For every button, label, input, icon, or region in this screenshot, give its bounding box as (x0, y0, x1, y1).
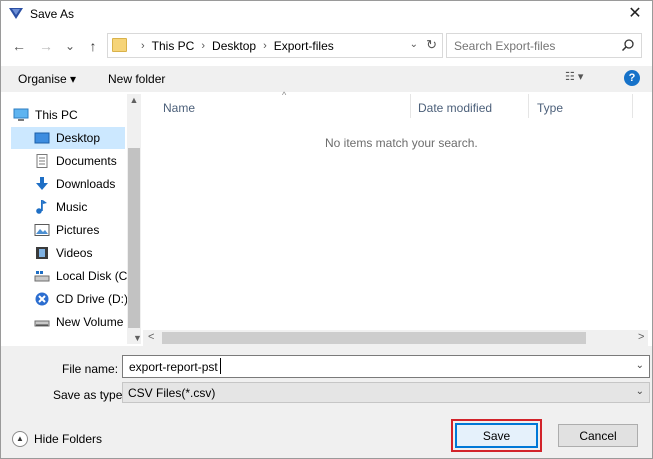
chevron-down-icon[interactable]: ⌄ (636, 360, 644, 371)
search-input[interactable] (454, 38, 614, 54)
address-dropdown-icon[interactable]: ⌄ (410, 39, 418, 50)
chevron-up-icon[interactable]: ▲ (127, 95, 141, 105)
pictures-icon (34, 224, 50, 236)
chevron-right-icon: › (201, 40, 206, 52)
nav-item-label: New Volume ( (56, 315, 131, 329)
column-header-date-modified[interactable]: Date modified (418, 101, 492, 115)
chevron-right-icon: › (141, 40, 145, 52)
nav-item-downloads[interactable]: Downloads (11, 173, 125, 195)
organise-menu[interactable]: Organise ▾ (18, 72, 76, 86)
address-bar[interactable]: › This PC › Desktop › Export-files ⌄ ↻ (107, 33, 443, 58)
computer-icon (13, 108, 29, 121)
chevron-right-icon: › (263, 40, 267, 52)
chevron-down-icon[interactable]: ▼ (133, 333, 142, 343)
empty-message: No items match your search. (325, 136, 478, 150)
videos-icon (36, 247, 48, 259)
close-button[interactable]: ✕ (621, 2, 649, 26)
nav-item-desktop[interactable]: Desktop (11, 127, 125, 149)
hide-folders-button[interactable]: ▲ Hide Folders (12, 431, 102, 447)
back-button[interactable]: ← (10, 38, 28, 54)
local-disk-icon (34, 271, 50, 282)
music-icon (36, 200, 47, 214)
file-list[interactable] (143, 94, 648, 329)
save-as-type-label: Save as type: (53, 388, 126, 402)
breadcrumb-this-pc[interactable]: This PC (152, 39, 195, 53)
chevron-right-icon[interactable]: > (638, 331, 644, 343)
column-divider[interactable] (528, 94, 529, 118)
nav-item-cd-drive[interactable]: CD Drive (D:) X (11, 288, 139, 310)
chevron-up-icon: ▲ (12, 431, 28, 447)
nav-item-label: Local Disk (C:) (56, 269, 135, 283)
help-icon[interactable]: ? (624, 70, 640, 86)
horizontal-scrollbar-thumb[interactable] (162, 332, 586, 344)
search-icon[interactable] (621, 38, 635, 52)
search-box[interactable] (446, 33, 642, 58)
nav-item-documents[interactable]: Documents (11, 150, 125, 172)
downloads-icon (36, 177, 48, 190)
window-title: Save As (30, 7, 75, 21)
nav-item-label: This PC (35, 108, 78, 122)
save-as-type-select[interactable]: CSV Files(*.csv) ⌄ (122, 382, 650, 403)
cancel-button[interactable]: Cancel (558, 424, 638, 447)
column-header-name[interactable]: Name (163, 101, 195, 115)
desktop-icon (34, 132, 50, 144)
title-bar (0, 0, 653, 28)
chevron-left-icon[interactable]: < (148, 331, 154, 343)
nav-scrollbar-thumb[interactable] (128, 148, 140, 328)
navigation-pane: This PC Desktop Documents Downloads Musi… (11, 94, 141, 344)
refresh-icon[interactable]: ↻ (426, 37, 437, 53)
nav-item-local-disk[interactable]: Local Disk (C:) (11, 265, 135, 287)
nav-item-label: Pictures (56, 223, 100, 237)
column-header-type[interactable]: Type (537, 101, 563, 115)
nav-item-label: Desktop (56, 131, 101, 145)
breadcrumb: › This PC › Desktop › Export-files (134, 39, 334, 53)
nav-item-pictures[interactable]: Pictures (11, 219, 125, 241)
folder-icon (112, 38, 127, 52)
command-bar (0, 66, 653, 92)
up-button[interactable]: ↑ (84, 38, 102, 54)
breadcrumb-desktop[interactable]: Desktop (212, 39, 256, 53)
nav-item-music[interactable]: Music (11, 196, 125, 218)
cd-drive-icon (35, 292, 49, 306)
breadcrumb-export-files[interactable]: Export-files (274, 39, 334, 53)
sort-arrow-icon: ^ (282, 90, 287, 100)
volume-icon (34, 320, 50, 327)
nav-item-videos[interactable]: Videos (11, 242, 125, 264)
view-options-button[interactable]: ☷ ▾ (565, 70, 583, 83)
save-button[interactable]: Save (455, 423, 538, 448)
nav-item-label: Videos (56, 246, 93, 260)
nav-item-label: Documents (56, 154, 117, 168)
file-name-field[interactable]: ⌄ (122, 355, 650, 378)
file-name-label: File name: (62, 362, 119, 376)
file-name-input[interactable] (129, 359, 619, 374)
new-folder-button[interactable]: New folder (108, 72, 165, 86)
hide-folders-label: Hide Folders (34, 432, 103, 446)
recent-locations-button[interactable]: ⌄ (61, 38, 79, 54)
nav-item-label: Music (56, 200, 88, 214)
nav-item-this-pc[interactable]: This PC (11, 104, 125, 126)
text-caret (220, 358, 221, 374)
save-as-type-value: CSV Files(*.csv) (128, 386, 216, 400)
column-divider[interactable] (410, 94, 411, 118)
forward-button[interactable]: → (37, 38, 55, 54)
app-icon (9, 8, 23, 19)
chevron-down-icon[interactable]: ⌄ (636, 386, 644, 397)
nav-item-label: Downloads (56, 177, 116, 191)
documents-icon (36, 154, 48, 168)
column-divider[interactable] (632, 94, 633, 118)
nav-item-new-volume[interactable]: New Volume ( (11, 311, 131, 333)
